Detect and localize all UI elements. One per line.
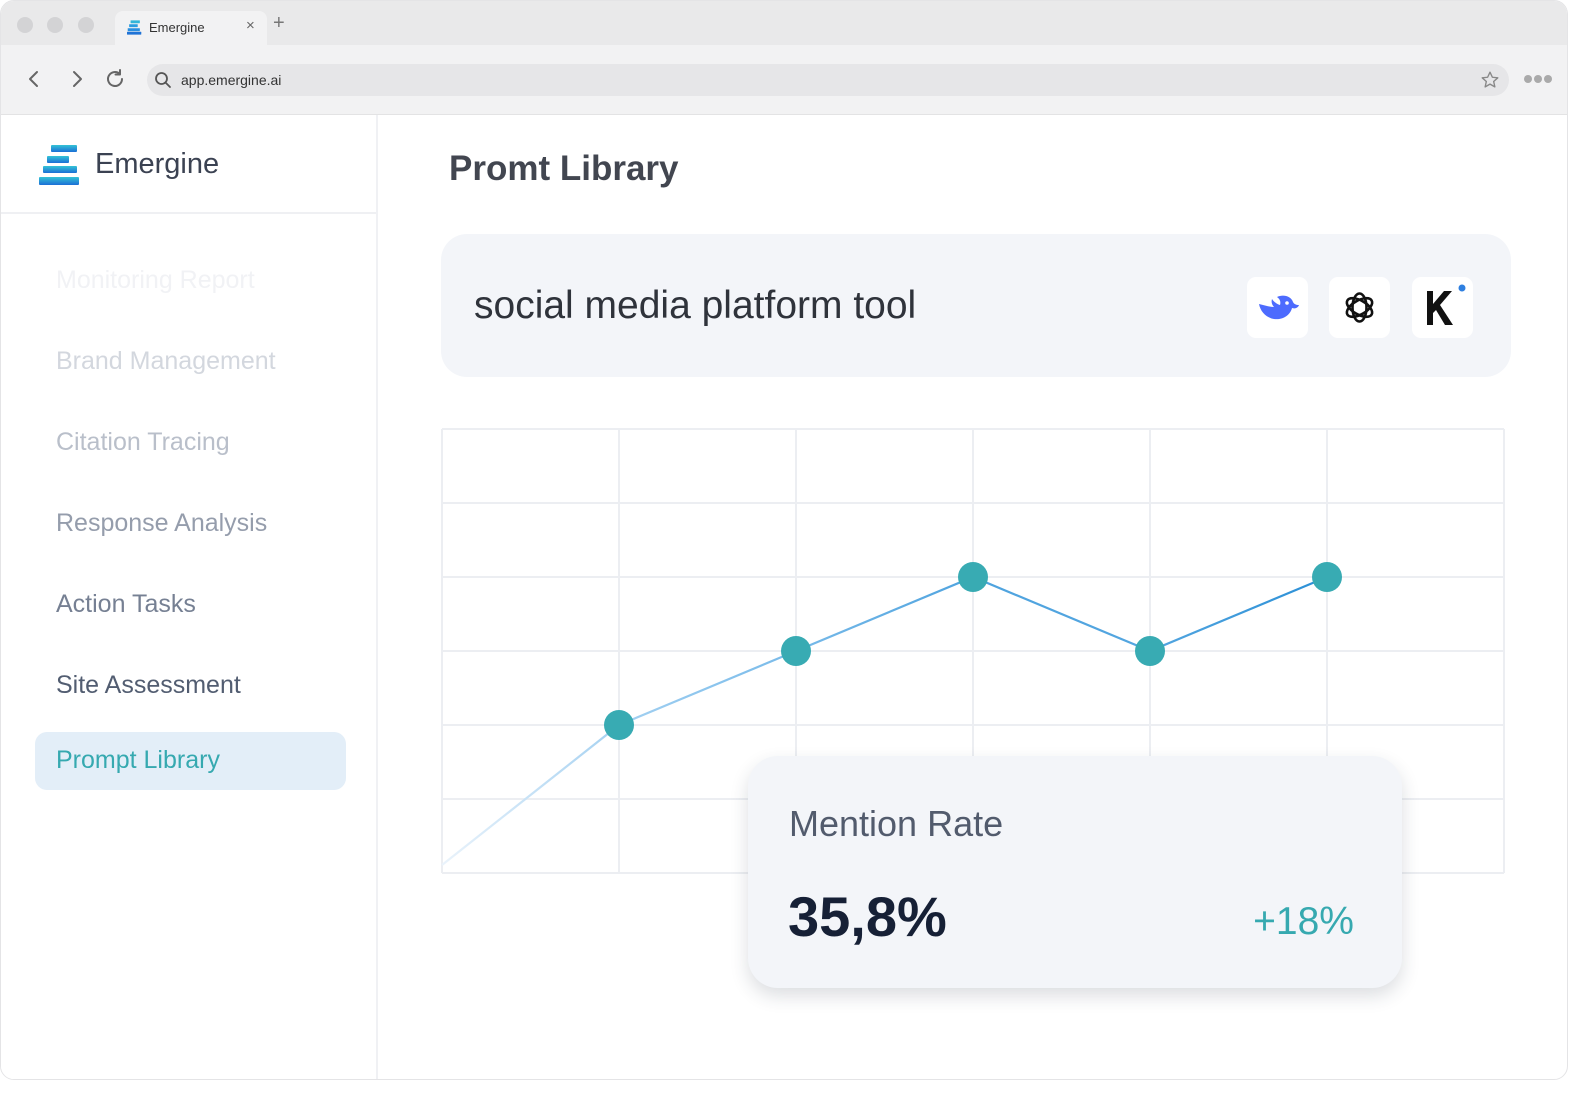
- new-tab-icon[interactable]: +: [273, 13, 285, 33]
- deepseek-model-tile[interactable]: [1247, 277, 1308, 338]
- data-point-2[interactable]: [781, 636, 811, 666]
- brand-name: Emergine: [95, 148, 220, 180]
- prompt-text: social media platform tool: [474, 284, 917, 327]
- search-icon: [155, 72, 171, 88]
- address-bar[interactable]: app.emergine.ai: [147, 64, 1509, 96]
- data-point-1[interactable]: [604, 710, 634, 740]
- brand-header: Emergine: [1, 115, 376, 214]
- emergine-logo-icon: [39, 145, 79, 185]
- stat-change: +18%: [1253, 900, 1354, 943]
- kimi-model-tile[interactable]: [1412, 277, 1473, 338]
- more-menu-icon[interactable]: [1523, 73, 1553, 85]
- deepseek-icon: [1259, 295, 1299, 320]
- mention-rate-card: Mention Rate 35,8% +18%: [748, 756, 1402, 988]
- data-point-5[interactable]: [1312, 562, 1342, 592]
- stat-label: Mention Rate: [789, 803, 1004, 844]
- browser-tab[interactable]: Emergine ×: [115, 11, 267, 45]
- url-text: app.emergine.ai: [181, 72, 282, 88]
- openai-icon: [1345, 292, 1374, 323]
- tab-close-icon[interactable]: ×: [246, 17, 255, 34]
- kimi-icon: [1427, 284, 1466, 325]
- openai-model-tile[interactable]: [1329, 277, 1390, 338]
- back-icon[interactable]: [22, 67, 46, 91]
- sidebar-item-prompt-library[interactable]: Prompt Library: [56, 746, 220, 775]
- stat-value: 35,8%: [788, 885, 947, 948]
- data-point-4[interactable]: [1135, 636, 1165, 666]
- minimize-window-button[interactable]: [47, 17, 63, 33]
- sidebar-item-site-assessment[interactable]: Site Assessment: [56, 671, 241, 700]
- forward-icon[interactable]: [65, 67, 89, 91]
- bookmark-star-icon[interactable]: [1479, 69, 1501, 91]
- prompt-card[interactable]: social media platform tool: [441, 234, 1511, 377]
- sidebar-item-monitoring-report[interactable]: Monitoring Report: [56, 266, 255, 295]
- sidebar-item-brand-management[interactable]: Brand Management: [56, 347, 276, 376]
- browser-toolbar: app.emergine.ai: [1, 45, 1567, 115]
- sidebar: Emergine Monitoring Report Brand Manageme…: [1, 115, 378, 1079]
- sidebar-item-citation-tracing[interactable]: Citation Tracing: [56, 428, 230, 457]
- reload-icon[interactable]: [103, 67, 127, 91]
- sidebar-item-response-analysis[interactable]: Response Analysis: [56, 509, 267, 538]
- page-title: Promt Library: [449, 149, 679, 188]
- sidebar-item-action-tasks[interactable]: Action Tasks: [56, 590, 196, 619]
- data-point-3[interactable]: [958, 562, 988, 592]
- browser-titlebar: Emergine × +: [1, 1, 1567, 45]
- tab-title: Emergine: [149, 20, 205, 35]
- browser-window: Emergine × + app.emergine.ai Emergine Mo…: [0, 0, 1568, 1080]
- maximize-window-button[interactable]: [78, 17, 94, 33]
- emergine-favicon-icon: [127, 20, 142, 35]
- close-window-button[interactable]: [17, 17, 33, 33]
